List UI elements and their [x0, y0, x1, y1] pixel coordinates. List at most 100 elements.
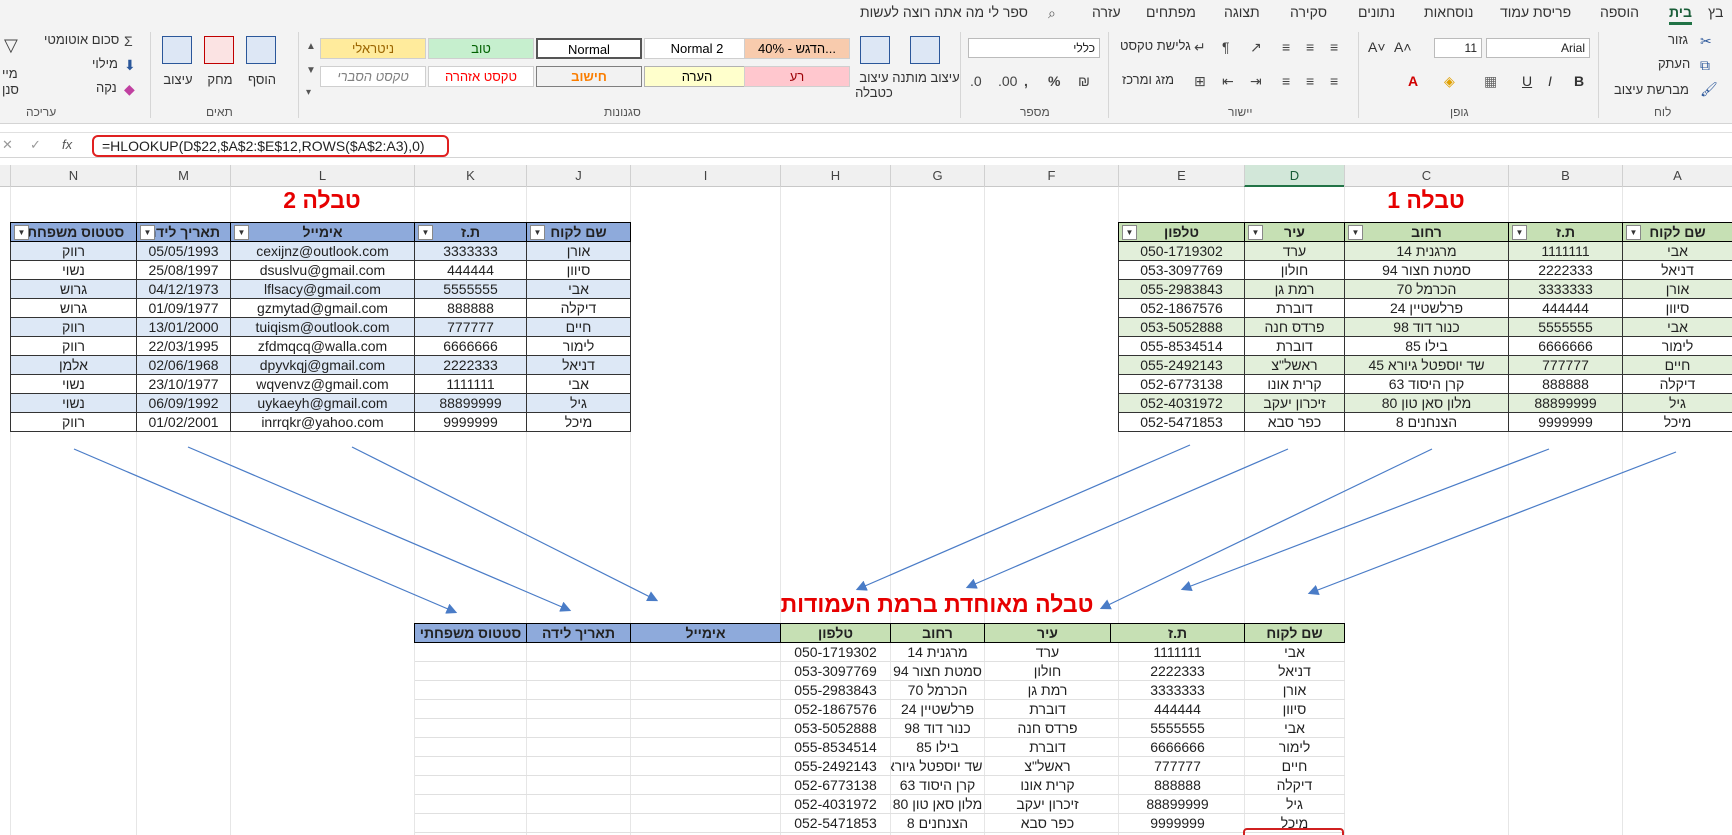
table-cell[interactable]: כנור דוד 98: [1344, 317, 1509, 337]
autosum-button[interactable]: סכום אוטומטי: [44, 32, 119, 47]
table-cell[interactable]: 053-3097769: [1118, 260, 1245, 280]
column-header-i[interactable]: I: [630, 165, 780, 187]
table-cell[interactable]: דניאל: [1622, 260, 1732, 280]
column-header-j[interactable]: J: [526, 165, 630, 187]
insert-cells-button[interactable]: הוסף: [246, 72, 278, 87]
table-cell[interactable]: הצנחנים 8: [890, 813, 985, 833]
table-cell[interactable]: חיים: [1244, 756, 1345, 776]
table-cell[interactable]: [526, 699, 631, 719]
sort-filter-icon[interactable]: ▽: [4, 36, 18, 54]
filter-dropdown-icon[interactable]: ▼: [14, 225, 29, 240]
table-cell[interactable]: גיל: [1244, 794, 1345, 814]
table-cell[interactable]: [630, 699, 781, 719]
table-cell[interactable]: 5555555: [1110, 718, 1245, 738]
table-cell[interactable]: 052-5471853: [1118, 412, 1245, 432]
table-cell[interactable]: פרלשטיין 24: [1344, 298, 1509, 318]
table-cell[interactable]: חולון: [984, 661, 1111, 681]
table-cell[interactable]: 053-5052888: [1118, 317, 1245, 337]
table-cell[interactable]: גיל: [526, 393, 631, 413]
filter-dropdown-icon[interactable]: ▼: [1122, 225, 1137, 240]
table-cell[interactable]: [630, 813, 781, 833]
table-cell[interactable]: 01/09/1977: [136, 298, 231, 318]
tab-page-layout[interactable]: פריסת עמוד: [1500, 4, 1571, 20]
column-header-d[interactable]: D: [1244, 165, 1344, 187]
table-cell[interactable]: אבי: [1622, 317, 1732, 337]
tab-view[interactable]: תצוגה: [1224, 4, 1260, 20]
table-cell[interactable]: 05/05/1993: [136, 241, 231, 261]
table-cell[interactable]: 6666666: [1508, 336, 1623, 356]
table-cell[interactable]: דניאל: [526, 355, 631, 375]
table-cell[interactable]: 444444: [414, 260, 527, 280]
table-cell[interactable]: 2222333: [1508, 260, 1623, 280]
table-cell[interactable]: 1111111: [1508, 241, 1623, 261]
table-cell[interactable]: אורן: [526, 241, 631, 261]
table-cell[interactable]: 9999999: [1508, 412, 1623, 432]
table-cell[interactable]: 888888: [1508, 374, 1623, 394]
align-left-icon[interactable]: ≡: [1282, 74, 1290, 88]
style-normal-2[interactable]: Normal 2: [644, 38, 750, 59]
tab-developer[interactable]: מפתחים: [1146, 4, 1196, 20]
table-cell[interactable]: הצנחנים 8: [1344, 412, 1509, 432]
table-cell[interactable]: זיכרון יעקב: [1244, 393, 1345, 413]
table-cell[interactable]: אבי: [1244, 718, 1345, 738]
table-cell[interactable]: 22/03/1995: [136, 336, 231, 356]
table-cell[interactable]: [414, 813, 527, 833]
table-cell[interactable]: חיים: [526, 317, 631, 337]
fill-color-icon[interactable]: ◈: [1444, 74, 1455, 88]
table-cell[interactable]: 3333333: [414, 241, 527, 261]
table-cell[interactable]: tuiqism@outlook.com: [230, 317, 415, 337]
style-accent-40[interactable]: 40% - הדגש...: [744, 38, 850, 59]
table-cell[interactable]: פרדס חנה: [1244, 317, 1345, 337]
table-cell[interactable]: כפר סבא: [1244, 412, 1345, 432]
table-cell[interactable]: ראשל"צ: [984, 756, 1111, 776]
table-cell[interactable]: [526, 680, 631, 700]
table-cell[interactable]: 5555555: [414, 279, 527, 299]
table-cell[interactable]: סמטת חצור 94: [890, 661, 985, 681]
font-color-icon[interactable]: A: [1408, 74, 1418, 88]
tab-help[interactable]: עזרה: [1092, 4, 1121, 20]
table-cell[interactable]: אבי: [1622, 241, 1732, 261]
rtl-direction-icon[interactable]: ¶: [1222, 40, 1230, 54]
table-cell[interactable]: 888888: [414, 298, 527, 318]
table-cell[interactable]: 13/01/2000: [136, 317, 231, 337]
table-cell[interactable]: מרגנית 14: [890, 642, 985, 662]
styles-scroll-down-icon[interactable]: ▼: [306, 64, 316, 78]
underline-icon[interactable]: U: [1522, 74, 1532, 88]
table-cell[interactable]: הכרמל 70: [890, 680, 985, 700]
table-cell[interactable]: סיוון: [1244, 699, 1345, 719]
format-painter-button[interactable]: מברשת עיצוב: [1614, 82, 1689, 97]
outdent-icon[interactable]: ⇤: [1222, 74, 1234, 88]
merge-center-icon[interactable]: ⊞: [1194, 74, 1206, 88]
table-cell[interactable]: [414, 775, 527, 795]
align-middle-icon[interactable]: ≡: [1306, 40, 1314, 54]
table-cell[interactable]: לימור: [526, 336, 631, 356]
wrap-text-icon[interactable]: ↵: [1194, 40, 1206, 54]
table-cell[interactable]: פרלשטיין 24: [890, 699, 985, 719]
table-cell[interactable]: גרוש: [10, 279, 137, 299]
style-bad[interactable]: רע: [744, 66, 850, 87]
table-cell[interactable]: [526, 813, 631, 833]
table-cell[interactable]: 2222333: [414, 355, 527, 375]
sort-filter-button[interactable]: מיי: [2, 66, 18, 81]
table-cell[interactable]: [630, 794, 781, 814]
table-cell[interactable]: 052-6773138: [1118, 374, 1245, 394]
tab-partial[interactable]: בץ: [1708, 4, 1723, 20]
format-as-table-icon[interactable]: [860, 36, 890, 64]
table-cell[interactable]: [526, 718, 631, 738]
table-cell[interactable]: 5555555: [1508, 317, 1623, 337]
table-cell[interactable]: zfdmqcq@walla.com: [230, 336, 415, 356]
table-cell[interactable]: lflsacy@gmail.com: [230, 279, 415, 299]
table-cell[interactable]: רווק: [10, 317, 137, 337]
tell-me-search[interactable]: ספר לי מה אתה רוצה לעשות: [860, 4, 1028, 20]
filter-dropdown-icon[interactable]: ▼: [530, 225, 545, 240]
table-cell[interactable]: [630, 756, 781, 776]
filter-dropdown-icon[interactable]: ▼: [1512, 225, 1527, 240]
find-select-button[interactable]: סנן: [2, 82, 19, 97]
table-cell[interactable]: זיכרון יעקב: [984, 794, 1111, 814]
table-cell[interactable]: 053-3097769: [780, 661, 891, 681]
format-cells-icon[interactable]: [162, 36, 192, 64]
table-cell[interactable]: דוברת: [984, 699, 1111, 719]
table-cell[interactable]: inrrqkr@yahoo.com: [230, 412, 415, 432]
table-cell[interactable]: 055-8534514: [1118, 336, 1245, 356]
table-cell[interactable]: רמת גן: [984, 680, 1111, 700]
